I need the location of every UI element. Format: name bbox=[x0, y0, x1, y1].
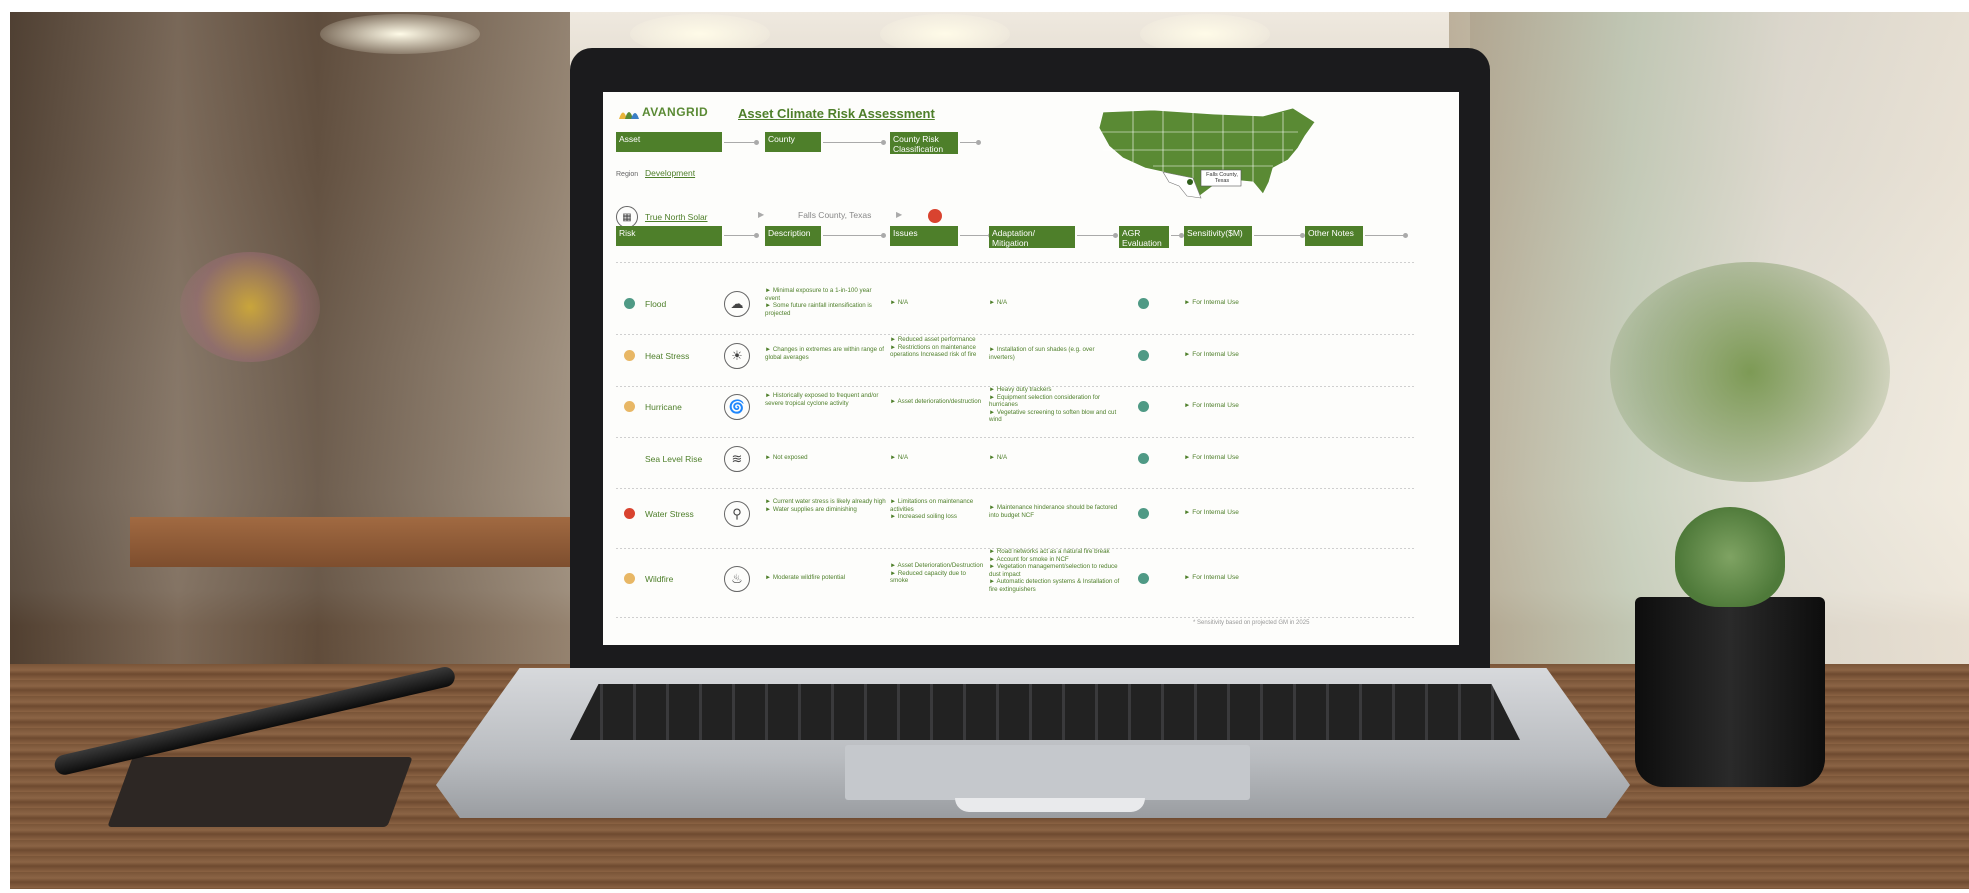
connector bbox=[823, 233, 886, 238]
region-label: Region bbox=[616, 171, 639, 178]
map-callout: Falls County, Texas bbox=[1206, 172, 1238, 184]
description-cell: ► Minimal exposure to a 1-in-100 year ev… bbox=[765, 287, 872, 317]
col-adaptation: Adaptation/ Mitigation bbox=[989, 226, 1075, 248]
faucet-icon: ⚲ bbox=[724, 501, 750, 527]
risk-indicator bbox=[624, 401, 635, 412]
connector bbox=[724, 233, 759, 238]
sensitivity-cell: ► For Internal Use bbox=[1184, 351, 1239, 358]
sensitivity-cell: ► For Internal Use bbox=[1184, 509, 1239, 516]
connector bbox=[1077, 233, 1118, 238]
issues-cell: ► Asset Deterioration/Destruction ► Redu… bbox=[890, 562, 984, 584]
wave-icon: ≋ bbox=[724, 446, 750, 472]
avangrid-logo-icon bbox=[619, 112, 639, 119]
agr-indicator bbox=[1138, 573, 1149, 584]
connector bbox=[724, 140, 759, 145]
brand-name: AVANGRID bbox=[642, 105, 709, 119]
agr-indicator bbox=[1138, 350, 1149, 361]
cactus bbox=[1675, 507, 1785, 607]
risk-name: Hurricane bbox=[645, 402, 682, 412]
agr-indicator bbox=[1138, 401, 1149, 412]
arrow-icon: ▶ bbox=[896, 210, 903, 219]
agr-indicator bbox=[1138, 508, 1149, 519]
description-cell: ► Not exposed bbox=[765, 454, 808, 461]
connector bbox=[823, 140, 886, 145]
connector bbox=[1254, 233, 1305, 238]
issues-cell: ► Reduced asset performance ► Restrictio… bbox=[890, 336, 977, 358]
risk-name: Heat Stress bbox=[645, 351, 690, 361]
issues-cell: ► Asset deterioration/destruction bbox=[890, 398, 982, 405]
county-value: Falls County, Texas bbox=[798, 210, 872, 220]
risk-indicator bbox=[624, 508, 635, 519]
region-link[interactable]: Development bbox=[645, 168, 695, 178]
issues-cell: ► N/A bbox=[890, 299, 909, 306]
adaptation-cell: ► Road networks act as a natural fire br… bbox=[989, 548, 1120, 593]
plant-pot bbox=[1635, 597, 1825, 787]
adaptation-cell: ► Installation of sun shades (e.g. over … bbox=[989, 346, 1095, 361]
adaptation-cell: ► Heavy duty trackers ► Equipment select… bbox=[989, 386, 1117, 423]
risk-name: Flood bbox=[645, 299, 667, 309]
col-description: Description bbox=[765, 226, 821, 246]
risk-name: Sea Level Rise bbox=[645, 454, 703, 464]
col-agr: AGR Evaluation bbox=[1119, 226, 1169, 248]
header-county: County bbox=[765, 132, 821, 152]
description-cell: ► Current water stress is likely already… bbox=[765, 498, 886, 513]
fire-icon: ♨ bbox=[724, 566, 750, 592]
col-issues: Issues bbox=[890, 226, 958, 246]
keyboard[interactable] bbox=[570, 684, 1520, 740]
sensitivity-cell: ► For Internal Use bbox=[1184, 299, 1239, 306]
blurred-plant bbox=[1610, 262, 1890, 482]
blurred-counter bbox=[130, 517, 590, 567]
risk-name: Wildfire bbox=[645, 574, 674, 584]
issues-cell: ► Limitations on maintenance activities … bbox=[890, 498, 974, 520]
ceiling-light bbox=[320, 14, 480, 54]
description-cell: ► Changes in extremes are within range o… bbox=[765, 346, 884, 361]
sensitivity-cell: ► For Internal Use bbox=[1184, 402, 1239, 409]
risk-indicator bbox=[624, 350, 635, 361]
arrow-icon: ▶ bbox=[758, 210, 765, 219]
adaptation-cell: ► Maintenance hinderance should be facto… bbox=[989, 504, 1118, 519]
agr-indicator bbox=[1138, 453, 1149, 464]
connector bbox=[960, 140, 981, 145]
col-other-notes: Other Notes bbox=[1305, 226, 1363, 246]
row-divider bbox=[616, 437, 1416, 438]
connector bbox=[960, 233, 993, 238]
col-sensitivity: Sensitivity($M) bbox=[1184, 226, 1252, 246]
header-county-risk: County Risk Classification bbox=[890, 132, 958, 154]
col-risk: Risk bbox=[616, 226, 722, 246]
row-divider bbox=[616, 488, 1416, 489]
blurred-flowers bbox=[180, 252, 320, 362]
description-cell: ► Moderate wildfire potential bbox=[765, 574, 846, 581]
footnote: * Sensitivity based on projected GM in 2… bbox=[1193, 620, 1310, 626]
risk-indicator bbox=[624, 573, 635, 584]
row-divider bbox=[616, 334, 1416, 335]
page-title: Asset Climate Risk Assessment bbox=[738, 106, 935, 121]
asset-link[interactable]: True North Solar bbox=[645, 212, 708, 222]
row-divider bbox=[616, 262, 1416, 263]
risk-indicator bbox=[624, 298, 635, 309]
description-cell: ► Historically exposed to frequent and/o… bbox=[765, 392, 879, 407]
usa-map bbox=[1098, 107, 1316, 199]
laptop-screen: AVANGRID Asset Climate Risk Assessment A… bbox=[603, 92, 1459, 645]
tornado-icon: 🌀 bbox=[724, 394, 750, 420]
connector bbox=[1171, 233, 1184, 238]
adaptation-cell: ► N/A bbox=[989, 299, 1008, 306]
risk-name: Water Stress bbox=[645, 509, 694, 519]
connector bbox=[1365, 233, 1408, 238]
sun-icon: ☀ bbox=[724, 343, 750, 369]
leather-notebook bbox=[107, 757, 413, 827]
cloud-rain-icon: ☁ bbox=[724, 291, 750, 317]
county-risk-indicator bbox=[928, 209, 942, 223]
issues-cell: ► N/A bbox=[890, 454, 909, 461]
sensitivity-cell: ► For Internal Use bbox=[1184, 454, 1239, 461]
row-divider bbox=[616, 617, 1416, 618]
agr-indicator bbox=[1138, 298, 1149, 309]
laptop-hinge-notch bbox=[955, 798, 1145, 812]
sensitivity-cell: ► For Internal Use bbox=[1184, 574, 1239, 581]
header-asset: Asset bbox=[616, 132, 722, 152]
trackpad[interactable] bbox=[845, 745, 1250, 800]
adaptation-cell: ► N/A bbox=[989, 454, 1008, 461]
solar-panel-icon: ▦ bbox=[616, 206, 638, 228]
